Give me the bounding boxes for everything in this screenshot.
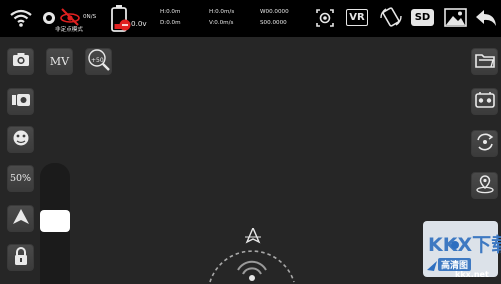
video-button[interactable]	[7, 88, 34, 115]
drone-icon	[11, 128, 31, 152]
zoom-label: +50	[91, 57, 104, 64]
takeoff-button[interactable]	[7, 205, 34, 232]
orbit-button[interactable]	[471, 130, 498, 157]
latitude-readout: S00.0000	[260, 20, 287, 26]
speed-percent-button[interactable]: 50%	[7, 165, 34, 192]
throttle-slider-thumb[interactable]	[40, 210, 70, 232]
gallery-icon[interactable]	[444, 8, 467, 27]
signal-icon	[42, 10, 56, 24]
mv-button[interactable]: MV	[46, 48, 73, 75]
lock-button[interactable]	[7, 244, 34, 271]
orbit-icon	[475, 132, 495, 156]
location-button[interactable]	[471, 172, 498, 199]
controller-icon	[474, 91, 495, 113]
flight-mode-label: 非定点模式	[55, 27, 83, 33]
folder-icon	[474, 52, 495, 72]
direct-distance: D:0.0m	[160, 20, 181, 26]
rotate-screen-icon[interactable]	[379, 6, 403, 28]
battery-voltage: 0.0v	[131, 19, 147, 28]
horizontal-speed: H:0.0m/s	[209, 9, 235, 15]
battery-icon	[110, 4, 132, 33]
lock-icon	[13, 246, 29, 270]
controller-button[interactable]	[471, 88, 498, 115]
back-arrow-icon[interactable]	[474, 6, 498, 30]
folder-button[interactable]	[471, 48, 498, 75]
camera-button[interactable]	[7, 48, 34, 75]
camera-icon	[12, 52, 30, 71]
watermark-dot	[451, 241, 459, 249]
speed-percent-label: 50%	[9, 173, 32, 184]
mv-label: MV	[49, 55, 70, 68]
vr-mode-button[interactable]: VR	[346, 9, 368, 26]
watermark-url: kkx.net	[455, 270, 489, 279]
speed-unit-label: 0N/S	[83, 14, 97, 20]
vertical-speed: V:0.0m/s	[209, 20, 234, 26]
watermark-arrow-icon	[426, 257, 438, 271]
longitude-readout: W00.0000	[260, 9, 289, 15]
screen-record-icon[interactable]	[314, 8, 336, 28]
video-icon	[11, 92, 31, 111]
watermark-logo: KKX下载	[428, 234, 501, 256]
location-icon	[475, 174, 495, 198]
wifi-icon	[9, 8, 33, 28]
takeoff-arrow-icon	[12, 208, 30, 230]
aircraft-icon	[245, 226, 261, 244]
sd-card-button[interactable]: SD	[411, 9, 434, 26]
zoom-button[interactable]: +50	[85, 48, 112, 75]
gps-off-icon	[59, 7, 81, 27]
drone-button[interactable]	[7, 126, 34, 153]
horizontal-distance: H:0.0m	[160, 9, 181, 15]
